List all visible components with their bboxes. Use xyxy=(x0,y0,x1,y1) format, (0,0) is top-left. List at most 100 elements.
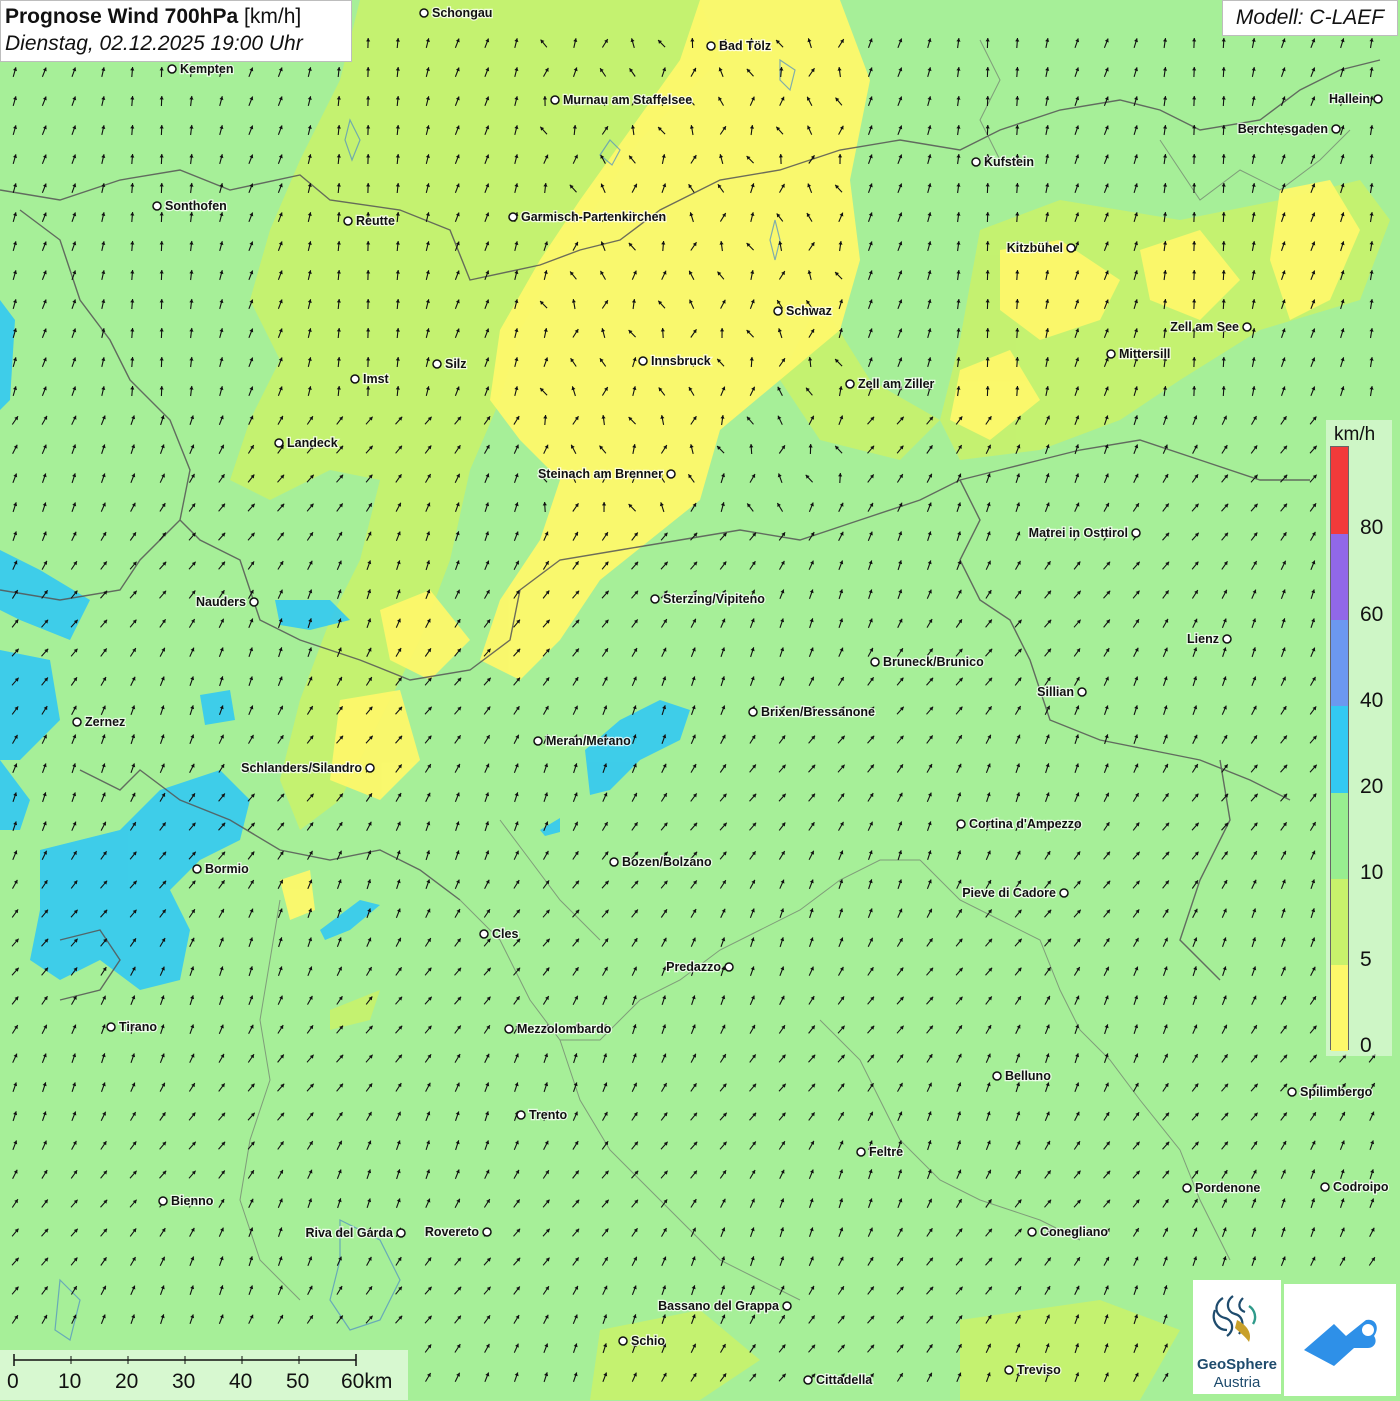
scale-label-40: 40 xyxy=(229,1370,252,1394)
legend-color-segment xyxy=(1331,620,1348,707)
weather-app-logo[interactable] xyxy=(1284,1284,1396,1396)
geosphere-logo[interactable]: GeoSphere Austria xyxy=(1193,1280,1281,1394)
scale-label-60km: 60km xyxy=(341,1370,392,1394)
city-marker[interactable]: Cortina d'Ampezzo xyxy=(957,817,1082,831)
city-dot-icon xyxy=(433,360,441,368)
city-marker[interactable]: Schlanders/Silandro xyxy=(241,761,374,775)
city-dot-icon xyxy=(1243,323,1251,331)
city-label: Kufstein xyxy=(984,155,1034,169)
city-dot-icon xyxy=(972,158,980,166)
city-marker[interactable]: Garmisch-Partenkirchen xyxy=(509,210,666,224)
city-marker[interactable]: Bassano del Grappa xyxy=(658,1299,791,1313)
city-dot-icon xyxy=(107,1023,115,1031)
legend-color-segment xyxy=(1331,878,1348,965)
city-label: Codroipo xyxy=(1333,1180,1389,1194)
city-dot-icon xyxy=(397,1229,405,1237)
wind-map[interactable]: SchongauBad TölzKemptenMurnau am Staffel… xyxy=(0,0,1400,1400)
city-marker[interactable]: Zell am Ziller xyxy=(846,377,935,391)
city-dot-icon xyxy=(619,1337,627,1345)
model-label: Modell: C-LAEF xyxy=(1222,0,1398,36)
city-marker[interactable]: Riva del Garda xyxy=(305,1226,405,1240)
city-dot-icon xyxy=(505,1025,513,1033)
scale-label-30: 30 xyxy=(172,1370,195,1394)
city-label: Sterzing/Vipiteno xyxy=(663,592,765,606)
city-marker[interactable]: Pordenone xyxy=(1183,1181,1260,1195)
scale-label-50: 50 xyxy=(286,1370,309,1394)
city-label: Sonthofen xyxy=(165,199,227,213)
city-dot-icon xyxy=(250,598,258,606)
city-dot-icon xyxy=(993,1072,1001,1080)
city-label: Bad Tölz xyxy=(719,39,771,53)
city-marker[interactable]: Spilimbergo xyxy=(1288,1085,1373,1099)
city-marker[interactable]: Berchtesgaden xyxy=(1238,122,1340,136)
city-marker[interactable]: Steinach am Brenner xyxy=(538,467,675,481)
city-dot-icon xyxy=(1107,350,1115,358)
legend-tick-label: 40 xyxy=(1360,689,1383,713)
city-dot-icon xyxy=(159,1197,167,1205)
legend-tick-label: 0 xyxy=(1360,1034,1372,1058)
city-dot-icon xyxy=(153,202,161,210)
city-label: Trento xyxy=(529,1108,568,1122)
city-label: Predazzo xyxy=(666,960,721,974)
city-marker[interactable]: Matrei in Osttirol xyxy=(1029,526,1140,540)
city-marker[interactable]: Meran/Merano xyxy=(534,734,631,748)
city-label: Rovereto xyxy=(425,1225,480,1239)
city-marker[interactable]: Sonthofen xyxy=(153,199,227,213)
city-dot-icon xyxy=(749,708,757,716)
legend-color-segment xyxy=(1331,706,1348,793)
city-label: Nauders xyxy=(196,595,246,609)
city-label: Kitzbühel xyxy=(1007,241,1063,255)
city-label: Spilimbergo xyxy=(1300,1085,1373,1099)
legend-colorbar xyxy=(1330,446,1349,1050)
legend-color-segment xyxy=(1331,447,1348,534)
city-dot-icon xyxy=(73,718,81,726)
city-marker[interactable]: Zell am See xyxy=(1170,320,1251,334)
legend-tick-label: 80 xyxy=(1360,516,1383,540)
city-label: Pordenone xyxy=(1195,1181,1260,1195)
city-marker[interactable]: Murnau am Staffelsee xyxy=(551,93,692,107)
city-label: Feltre xyxy=(869,1145,903,1159)
city-label: Pieve di Cadore xyxy=(962,886,1056,900)
city-dot-icon xyxy=(1374,95,1382,103)
city-label: Hallein xyxy=(1329,92,1370,106)
city-dot-icon xyxy=(1332,125,1340,133)
city-dot-icon xyxy=(774,307,782,315)
city-label: Treviso xyxy=(1017,1363,1061,1377)
city-dot-icon xyxy=(1132,529,1140,537)
city-label: Reutte xyxy=(356,214,395,228)
city-label: Matrei in Osttirol xyxy=(1029,526,1128,540)
forecast-datetime: Dienstag, 02.12.2025 19:00 Uhr xyxy=(5,30,347,58)
city-label: Belluno xyxy=(1005,1069,1051,1083)
city-label: Schlanders/Silandro xyxy=(241,761,362,775)
city-dot-icon xyxy=(957,820,965,828)
city-marker[interactable]: Brixen/Bressanone xyxy=(749,705,875,719)
scale-bar: 0 10 20 30 40 50 60km xyxy=(0,1350,408,1400)
city-marker[interactable]: Conegliano xyxy=(1028,1225,1108,1239)
city-label: Bozen/Bolzano xyxy=(622,855,712,869)
legend-tick-label: 5 xyxy=(1360,948,1372,972)
city-marker[interactable]: Mezzolombardo xyxy=(505,1022,612,1036)
map-title: Prognose Wind 700hPa [km/h] xyxy=(5,4,347,30)
city-dot-icon xyxy=(193,865,201,873)
city-label: Bienno xyxy=(171,1194,214,1208)
city-dot-icon xyxy=(1223,635,1231,643)
city-marker[interactable]: Pieve di Cadore xyxy=(962,886,1068,900)
city-marker[interactable]: Sterzing/Vipiteno xyxy=(651,592,765,606)
city-dot-icon xyxy=(509,213,517,221)
scale-label-20: 20 xyxy=(115,1370,138,1394)
city-label: Tirano xyxy=(119,1020,157,1034)
city-dot-icon xyxy=(857,1148,865,1156)
legend-color-segment xyxy=(1331,792,1348,879)
legend-tick-label: 60 xyxy=(1360,603,1383,627)
city-label: Garmisch-Partenkirchen xyxy=(521,210,666,224)
city-label: Murnau am Staffelsee xyxy=(563,93,692,107)
city-label: Imst xyxy=(363,372,390,386)
city-dot-icon xyxy=(783,1302,791,1310)
city-marker[interactable]: Bozen/Bolzano xyxy=(610,855,712,869)
scale-label-10: 10 xyxy=(58,1370,81,1394)
title-box: Prognose Wind 700hPa [km/h] Dienstag, 02… xyxy=(0,0,352,62)
geosphere-country: Austria xyxy=(1193,1374,1281,1391)
city-dot-icon xyxy=(1005,1366,1013,1374)
city-marker[interactable]: Bruneck/Brunico xyxy=(871,655,984,669)
city-dot-icon xyxy=(667,470,675,478)
